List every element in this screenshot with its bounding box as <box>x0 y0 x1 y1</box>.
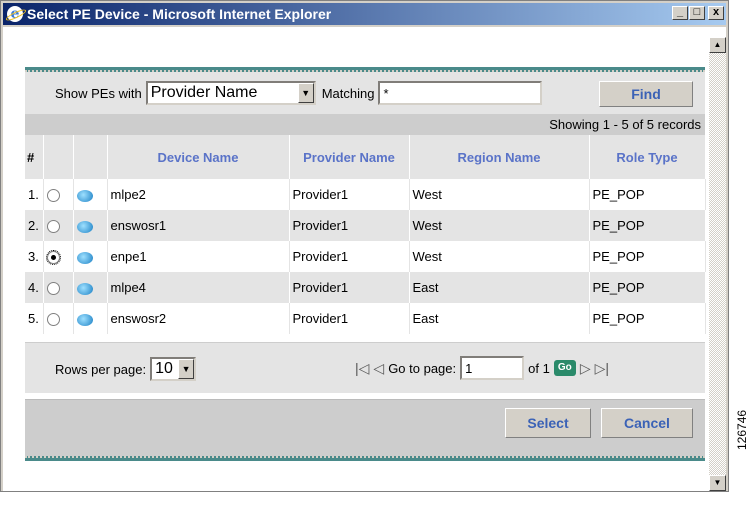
pe-selector-panel: Show PEs with Provider Name ▼ Matching F… <box>25 67 706 461</box>
row-radio[interactable] <box>46 313 60 327</box>
filter-field-select[interactable]: Provider Name ▼ <box>145 81 316 105</box>
row-number: 5. <box>25 303 44 334</box>
provider-name: Provider1 <box>289 241 410 272</box>
device-name: mlpe4 <box>107 272 290 303</box>
filter-field-value: Provider Name <box>150 84 258 101</box>
col-header-region[interactable]: Region Name <box>409 135 590 179</box>
role-type: PE_POP <box>589 210 706 241</box>
page-client-area: ▲ ▼ Show PEs with Provider Name ▼ Matchi… <box>3 27 726 491</box>
maximize-button[interactable]: □ <box>689 6 705 20</box>
first-page-icon[interactable]: |◁ <box>355 360 369 377</box>
device-icon-cell <box>73 210 108 241</box>
row-radio-cell[interactable] <box>43 179 74 210</box>
row-number: 3. <box>25 241 44 272</box>
device-icon-cell <box>73 303 108 334</box>
rows-per-page-select[interactable]: 10 ▼ <box>150 357 197 381</box>
table-row[interactable]: 2. enswosr1 Provider1 West PE_POP <box>25 210 706 241</box>
row-radio[interactable] <box>46 220 60 234</box>
region-name: West <box>409 179 590 210</box>
col-header-select <box>43 135 74 179</box>
goto-page-label: Go to page: <box>388 360 457 376</box>
col-header-role[interactable]: Role Type <box>589 135 706 179</box>
row-radio-cell[interactable] <box>43 272 74 303</box>
col-header-device[interactable]: Device Name <box>107 135 290 179</box>
show-label: Show PEs with <box>55 85 142 101</box>
page-count-label: of 1 <box>528 360 550 376</box>
pagination-bar: Rows per page: 10 ▼ |◁ ◁ Go to page: of … <box>25 342 705 393</box>
pe-device-table: # Device Name Provider Name Region Name … <box>25 135 706 334</box>
device-name: enpe1 <box>107 241 290 272</box>
device-icon-cell <box>73 241 108 272</box>
table-header: # Device Name Provider Name Region Name … <box>25 135 706 179</box>
role-type: PE_POP <box>589 241 706 272</box>
device-icon-cell <box>73 272 108 303</box>
vertical-scrollbar[interactable]: ▲ ▼ <box>709 37 726 491</box>
bottom-divider <box>25 456 705 461</box>
table-row[interactable]: 3. enpe1 Provider1 West PE_POP <box>25 241 706 272</box>
role-type: PE_POP <box>589 303 706 334</box>
row-number: 4. <box>25 272 44 303</box>
last-page-icon[interactable]: ▷| <box>595 360 609 377</box>
region-name: West <box>409 210 590 241</box>
browser-window: e Select PE Device - Microsoft Internet … <box>0 0 729 492</box>
role-type: PE_POP <box>589 179 706 210</box>
chevron-down-icon[interactable]: ▼ <box>178 359 195 379</box>
table-row[interactable]: 5. enswosr2 Provider1 East PE_POP <box>25 303 706 334</box>
rows-per-page-label: Rows per page: <box>55 361 147 377</box>
figure-id: 126746 <box>735 409 749 450</box>
col-header-provider[interactable]: Provider Name <box>289 135 410 179</box>
row-radio[interactable] <box>46 282 60 296</box>
next-page-icon[interactable]: ▷ <box>580 360 591 377</box>
col-header-icon <box>73 135 108 179</box>
filter-bar: Show PEs with Provider Name ▼ Matching F… <box>25 72 705 114</box>
row-radio[interactable] <box>45 250 61 266</box>
row-radio-cell[interactable] <box>43 241 74 272</box>
scroll-down-icon[interactable]: ▼ <box>709 475 726 491</box>
router-icon <box>76 282 93 295</box>
provider-name: Provider1 <box>289 303 410 334</box>
cancel-button[interactable]: Cancel <box>601 408 693 438</box>
chevron-down-icon[interactable]: ▼ <box>297 83 314 103</box>
region-name: East <box>409 303 590 334</box>
previous-page-icon[interactable]: ◁ <box>373 360 384 377</box>
region-name: West <box>409 241 590 272</box>
scroll-up-icon[interactable]: ▲ <box>709 37 726 53</box>
router-icon <box>76 251 93 264</box>
action-bar: Select Cancel <box>25 399 705 456</box>
router-icon <box>76 313 93 326</box>
col-header-num: # <box>25 135 44 179</box>
row-number: 2. <box>25 210 44 241</box>
device-name: enswosr2 <box>107 303 290 334</box>
table-row[interactable]: 4. mlpe4 Provider1 East PE_POP <box>25 272 706 303</box>
title-bar: e Select PE Device - Microsoft Internet … <box>3 3 726 25</box>
page-input[interactable] <box>460 356 525 380</box>
go-button[interactable]: Go <box>553 360 576 376</box>
close-button[interactable]: x <box>708 6 724 20</box>
provider-name: Provider1 <box>289 179 410 210</box>
row-radio-cell[interactable] <box>43 303 74 334</box>
row-number: 1. <box>25 179 44 210</box>
minimize-button[interactable]: _ <box>672 6 688 20</box>
provider-name: Provider1 <box>289 272 410 303</box>
role-type: PE_POP <box>589 272 706 303</box>
router-icon <box>76 189 93 202</box>
device-icon-cell <box>73 179 108 210</box>
row-radio[interactable] <box>46 189 60 203</box>
row-radio-cell[interactable] <box>43 210 74 241</box>
ie-logo-icon: e <box>4 6 28 23</box>
table-row[interactable]: 1. mlpe2 Provider1 West PE_POP <box>25 179 706 210</box>
find-button[interactable]: Find <box>599 81 693 107</box>
records-count: Showing 1 - 5 of 5 records <box>25 114 705 135</box>
select-button[interactable]: Select <box>505 408 591 438</box>
matching-label: Matching <box>321 85 375 101</box>
rows-per-page-value: 10 <box>155 360 173 377</box>
router-icon <box>76 220 93 233</box>
provider-name: Provider1 <box>289 210 410 241</box>
region-name: East <box>409 272 590 303</box>
device-name: mlpe2 <box>107 179 290 210</box>
device-name: enswosr1 <box>107 210 290 241</box>
matching-input[interactable] <box>378 81 543 105</box>
window-title: Select PE Device - Microsoft Internet Ex… <box>27 6 332 22</box>
